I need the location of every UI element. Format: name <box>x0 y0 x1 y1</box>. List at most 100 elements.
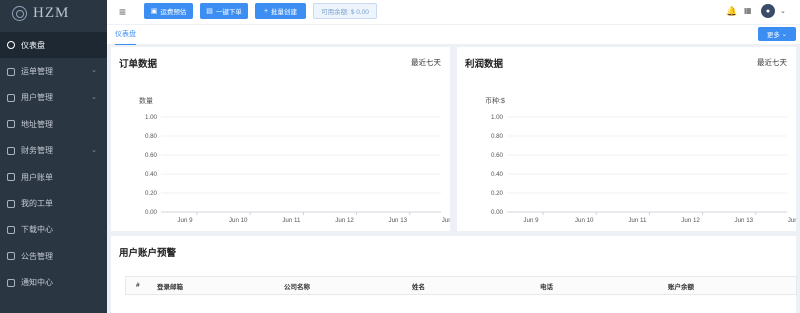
bill-icon <box>7 173 15 182</box>
chevron-down-icon: ⌄ <box>91 146 97 154</box>
sidebar-item-label: 通知中心 <box>21 278 53 288</box>
sidebar-item-address[interactable]: 地址管理 <box>0 111 107 137</box>
estimate-freight-button[interactable]: ▣ 运费预估 <box>144 3 193 19</box>
download-icon <box>7 225 15 234</box>
user-icon <box>7 93 15 102</box>
sidebar-item-ticket[interactable]: 我的工单 <box>0 190 107 216</box>
plus-icon: + <box>263 7 269 15</box>
x-tick-label: Jun 10 <box>575 217 594 224</box>
more-label: 更多 <box>766 32 780 39</box>
x-tick-label: Jun 13 <box>735 217 754 224</box>
logo-text: HZM <box>33 5 70 21</box>
logo-icon <box>12 6 27 21</box>
y-tick-label: 0.20 <box>491 190 504 197</box>
x-tick-label: Jun 9 <box>523 217 539 224</box>
finance-icon <box>7 146 15 155</box>
sidebar-item-label: 公告管理 <box>21 251 53 261</box>
column-header-email: 登录邮箱 <box>157 283 183 291</box>
x-tick-label: Jun 13 <box>389 217 408 224</box>
estimate-freight-label: 运费预估 <box>160 9 187 16</box>
table-header: # 登录邮箱 公司名称 姓名 电话 账户余额 <box>125 276 797 295</box>
x-tick-label: Jun 12 <box>681 217 700 224</box>
y-tick-label: 0.00 <box>145 209 158 216</box>
tab-bar: 仪表盘 更多 ⌄ <box>107 24 800 45</box>
column-header-company: 公司名称 <box>284 283 310 291</box>
x-tick-label: Jun 11 <box>282 217 301 224</box>
sidebar-item-label: 我的工单 <box>21 199 53 209</box>
chevron-down-icon[interactable]: ⌄ <box>780 7 786 15</box>
sidebar-menu: 仪表盘 运单管理 ⌄ 用户管理 ⌄ 地址管理 财务管理 ⌄ 用户账单 我的工单 下载中心 公告管理 通知… <box>0 32 107 296</box>
sidebar-item-label: 运单管理 <box>21 67 53 77</box>
y-axis-label: 币种:$ <box>485 96 505 105</box>
column-header-balance: 账户余额 <box>668 283 694 291</box>
accounts-card-title: 用户账户预警 <box>119 248 177 259</box>
sidebar-item-dashboard[interactable]: 仪表盘 <box>0 32 107 59</box>
y-tick-label: 0.00 <box>491 209 504 216</box>
sidebar-item-label: 仪表盘 <box>21 40 45 50</box>
truck-icon <box>7 67 15 76</box>
announcement-icon <box>7 252 15 261</box>
logo[interactable]: HZM <box>0 0 107 27</box>
y-tick-label: 1.00 <box>491 114 504 121</box>
y-tick-label: 0.40 <box>145 171 158 178</box>
sidebar-item-announcement[interactable]: 公告管理 <box>0 243 107 269</box>
y-tick-label: 0.80 <box>491 133 504 140</box>
quick-order-label: 一键下单 <box>215 9 242 16</box>
more-button[interactable]: 更多 ⌄ <box>758 27 796 41</box>
accounts-warning-card: 用户账户预警 # 登录邮箱 公司名称 姓名 电话 账户余额 <box>111 236 797 313</box>
notification-bell-icon[interactable]: 🔔 <box>726 6 737 17</box>
profit-range-selector[interactable]: 最近七天 <box>757 57 787 68</box>
sidebar-item-finance[interactable]: 财务管理 ⌄ <box>0 138 107 164</box>
orders-card: 订单数据 最近七天 数量 1.00 0.80 0.60 0.40 0.20 0.00 Jun … <box>111 47 450 231</box>
batch-create-label: 批量创建 <box>271 9 298 16</box>
x-tick-label: Jun 9 <box>177 217 193 224</box>
x-tick-label: Jun 10 <box>229 217 248 224</box>
column-header-name: 姓名 <box>412 283 425 291</box>
orders-card-title: 订单数据 <box>119 59 158 70</box>
balance-display: 可用余额: $ 0.00 <box>313 3 377 19</box>
sidebar: HZM 仪表盘 运单管理 ⌄ 用户管理 ⌄ 地址管理 财务管理 ⌄ 用户账单 我的工单 下载中心 公告… <box>0 0 107 313</box>
orders-chart: 数量 1.00 0.80 0.60 0.40 0.20 0.00 Jun 9 Jun 10 Jun… <box>139 96 450 224</box>
batch-create-button[interactable]: + 批量创建 <box>255 3 306 19</box>
y-axis-label: 数量 <box>139 96 153 105</box>
profit-card-title: 利润数据 <box>465 59 504 70</box>
tab-dashboard[interactable]: 仪表盘 <box>115 29 136 45</box>
language-icon[interactable]: ▦ <box>744 6 752 15</box>
profit-chart: 币种:$ 1.00 0.80 0.60 0.40 0.20 0.00 Jun 9 Jun 10 J… <box>485 96 796 224</box>
sidebar-item-bell[interactable]: 通知中心 <box>0 270 107 296</box>
sidebar-item-truck[interactable]: 运单管理 ⌄ <box>0 58 107 84</box>
sidebar-item-label: 用户管理 <box>21 93 53 103</box>
y-tick-label: 0.20 <box>145 190 158 197</box>
y-tick-label: 0.60 <box>491 152 504 159</box>
menu-toggle-icon[interactable]: ≡ <box>119 6 126 18</box>
top-bar: ≡ ▣ 运费预估 ▤ 一键下单 + 批量创建 可用余额: $ 0.00 🔔 ▦ ● ⌄ <box>107 0 800 24</box>
orders-range-selector[interactable]: 最近七天 <box>411 57 441 68</box>
avatar[interactable]: ● <box>761 4 775 18</box>
sidebar-item-user[interactable]: 用户管理 ⌄ <box>0 85 107 111</box>
bell-icon <box>7 278 15 287</box>
sidebar-item-label: 地址管理 <box>21 119 53 129</box>
y-tick-label: 0.80 <box>145 133 158 140</box>
x-tick-label: Jun 14 <box>788 217 796 224</box>
profit-card: 利润数据 最近七天 币种:$ 1.00 0.80 0.60 0.40 0.20 0.00 Ju… <box>457 47 796 231</box>
sidebar-item-label: 下载中心 <box>21 225 53 235</box>
calculator-icon: ▣ <box>150 8 158 15</box>
y-tick-label: 0.60 <box>145 152 158 159</box>
chevron-down-icon: ⌄ <box>91 67 97 75</box>
sidebar-item-bill[interactable]: 用户账单 <box>0 164 107 190</box>
y-tick-label: 0.40 <box>491 171 504 178</box>
x-tick-label: Jun 11 <box>628 217 647 224</box>
sidebar-item-label: 用户账单 <box>21 172 53 182</box>
column-header-index: # <box>136 282 140 289</box>
x-tick-label: Jun 12 <box>335 217 354 224</box>
ticket-icon <box>7 199 15 208</box>
column-header-phone: 电话 <box>540 283 553 291</box>
quick-order-button[interactable]: ▤ 一键下单 <box>200 3 248 19</box>
sidebar-item-download[interactable]: 下载中心 <box>0 217 107 243</box>
order-icon: ▤ <box>206 8 213 15</box>
x-tick-label: Jun 14 <box>442 217 450 224</box>
sidebar-item-label: 财务管理 <box>21 146 53 156</box>
address-icon <box>7 120 15 129</box>
dashboard-icon <box>7 41 15 50</box>
y-tick-label: 1.00 <box>145 114 158 121</box>
